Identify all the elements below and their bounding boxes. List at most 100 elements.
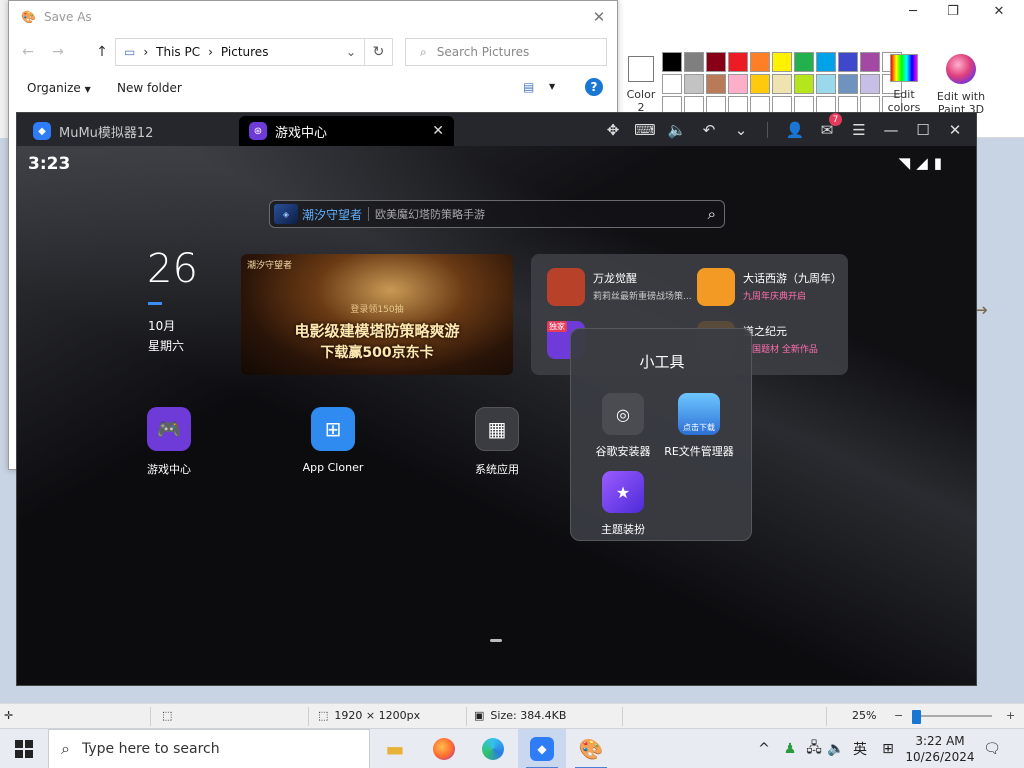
color2-button[interactable]: Color 2 [622, 52, 660, 114]
dropdown-arrow-icon: ▼ [84, 85, 91, 94]
palette-swatch[interactable] [662, 52, 682, 72]
taskbar-clock[interactable]: 3:22 AM 10/26/2024 [903, 733, 977, 765]
app-app-cloner[interactable]: ⊞ App Cloner [293, 407, 373, 474]
minimize-icon[interactable]: — [879, 118, 903, 142]
address-bar[interactable]: ▭ › This PC › Pictures ⌄ [115, 38, 365, 66]
mumu-taskbar-button[interactable]: ◆ [518, 729, 566, 768]
taskbar-search-box[interactable]: ⌕ Type here to search [48, 729, 370, 768]
new-folder-button[interactable]: New folder [117, 81, 182, 95]
app-label: 游戏中心 [147, 463, 191, 476]
paint-status-bar: ✛ ⬚ ⬚ 1920 × 1200px ▣ Size: 384.4KB 25% … [0, 703, 1024, 728]
view-options-icon[interactable]: ▤ [523, 80, 534, 94]
close-icon[interactable]: ✕ [587, 5, 611, 29]
ime-mode-icon[interactable]: ⊞ [878, 729, 898, 768]
app-system-apps[interactable]: ▦ 系统应用 [457, 407, 537, 477]
network-icon[interactable]: 🖧 [804, 729, 824, 768]
keyboard-icon[interactable]: ⌨ [633, 118, 657, 142]
edit-colors-button[interactable]: Edit colors [886, 52, 922, 114]
notifications-icon[interactable]: 🗨 [982, 729, 1002, 768]
forward-button[interactable]: → [47, 41, 69, 63]
edit-with-paint3d-button[interactable]: Edit with Paint 3D [934, 52, 988, 116]
firefox-taskbar-button[interactable] [420, 729, 468, 768]
signal-icon: ◢ [916, 154, 928, 172]
breadcrumb-pictures[interactable]: Pictures [221, 45, 269, 59]
date-month: 10月 [148, 319, 176, 333]
back-button[interactable]: ← [17, 41, 39, 63]
start-button[interactable] [0, 729, 48, 768]
paint-close-button[interactable]: ✕ [976, 0, 1022, 22]
file-explorer-taskbar-button[interactable]: ▬ [371, 729, 419, 768]
android-screen[interactable]: 3:23 ◥ ◢ ▮ ◈ 潮汐守望者 欧美魔幻塔防策略手游 ⌕ 26 10月 星… [17, 146, 976, 685]
keymapping-icon[interactable]: ✥ [601, 118, 625, 142]
zoom-out-button[interactable]: − [894, 709, 903, 722]
palette-swatch[interactable] [772, 52, 792, 72]
battery-icon: ▮ [933, 154, 942, 172]
zoom-slider-thumb[interactable] [912, 710, 921, 724]
palette-swatch[interactable] [860, 74, 880, 94]
tool-google-installer[interactable]: ◎ 谷歌安装器 [583, 393, 663, 459]
chevron-down-icon[interactable]: ⌄ [346, 45, 356, 59]
palette-swatch[interactable] [750, 52, 770, 72]
back-arrow-icon[interactable]: ↶ [697, 118, 721, 142]
tab-game-center[interactable]: ⊛ 游戏中心 ✕ [239, 116, 454, 146]
search-brand: 潮汐守望者 [302, 207, 363, 222]
maximize-icon[interactable]: ☐ [911, 118, 935, 142]
refresh-button[interactable]: ↻ [365, 38, 393, 66]
menu-icon[interactable]: ☰ [847, 118, 871, 142]
palette-swatch[interactable] [816, 74, 836, 94]
palette-swatch[interactable] [750, 74, 770, 94]
search-icon[interactable]: ⌕ [708, 205, 716, 223]
breadcrumb-this-pc[interactable]: This PC [156, 45, 200, 59]
palette-swatch[interactable] [772, 74, 792, 94]
close-tab-icon[interactable]: ✕ [432, 123, 444, 139]
tab-mumu-main[interactable]: ◆ MuMu模拟器12 [23, 116, 235, 146]
up-button[interactable]: ↑ [91, 41, 113, 63]
palette-swatch[interactable] [706, 52, 726, 72]
show-hidden-icons-button[interactable]: ^ [756, 729, 772, 768]
help-button[interactable]: ? [585, 78, 603, 96]
app-cloner-icon: ⊞ [311, 407, 355, 451]
palette-swatch[interactable] [684, 52, 704, 72]
user-icon[interactable]: 👤 [783, 118, 807, 142]
tool-theme[interactable]: ★ 主题装扮 [583, 471, 663, 537]
zoom-slider-track[interactable] [912, 715, 992, 717]
tools-title: 小工具 [639, 353, 685, 371]
search-placeholder: 欧美魔幻塔防策略手游 [375, 208, 486, 221]
close-window-icon[interactable]: ✕ [943, 118, 967, 142]
palette-swatch[interactable] [728, 52, 748, 72]
edge-taskbar-button[interactable] [469, 729, 517, 768]
search-pictures-input[interactable]: ⌕ Search Pictures [405, 38, 607, 66]
mumu-icon: ◆ [530, 737, 554, 761]
app-label: App Cloner [302, 461, 364, 474]
palette-swatch[interactable] [728, 74, 748, 94]
game-logo-icon: ◈ [274, 204, 298, 224]
palette-swatch[interactable] [860, 52, 880, 72]
zoom-in-button[interactable]: + [1006, 709, 1015, 722]
paint-taskbar-button[interactable]: 🎨 [567, 729, 615, 768]
speaker-icon[interactable]: 🔈 [826, 729, 846, 768]
rec-game-item[interactable]: 大话西游（九周年） 九周年庆典开启 [697, 262, 847, 308]
more-chevron-icon[interactable]: ⌄ [729, 118, 753, 142]
palette-swatch[interactable] [706, 74, 726, 94]
palette-swatch[interactable] [794, 52, 814, 72]
tool-re-file-manager[interactable]: 点击下载 RE文件管理器 [659, 393, 739, 459]
windows-logo-icon [15, 740, 33, 758]
palette-swatch[interactable] [794, 74, 814, 94]
palette-swatch[interactable] [684, 74, 704, 94]
status-icons: ◥ ◢ ▮ [899, 154, 942, 172]
organize-menu-button[interactable]: Organize ▼ [27, 81, 91, 95]
volume-icon[interactable]: 🔈 [665, 118, 689, 142]
palette-swatch[interactable] [838, 52, 858, 72]
app-game-center[interactable]: 🎮 游戏中心 [129, 407, 209, 477]
game-search-bar[interactable]: ◈ 潮汐守望者 欧美魔幻塔防策略手游 ⌕ [269, 200, 725, 228]
palette-swatch[interactable] [662, 74, 682, 94]
app-tray-icon[interactable]: ♟ [780, 729, 800, 768]
ime-language-indicator[interactable]: 英 [850, 729, 870, 768]
save-as-toolbar: Organize ▼ New folder ▤ ▼ ? [9, 73, 617, 103]
rec-game-item[interactable]: 万龙觉醒 莉莉丝最新重磅战场策... [547, 262, 697, 308]
palette-swatch[interactable] [838, 74, 858, 94]
palette-swatch[interactable] [816, 52, 836, 72]
promo-banner[interactable]: 潮汐守望者 登录领150抽 电影级建模塔防策略爽游 下载赢500京东卡 [241, 254, 513, 375]
view-dropdown-icon[interactable]: ▼ [549, 82, 555, 91]
paint-restore-button[interactable]: ❐ [930, 0, 976, 22]
